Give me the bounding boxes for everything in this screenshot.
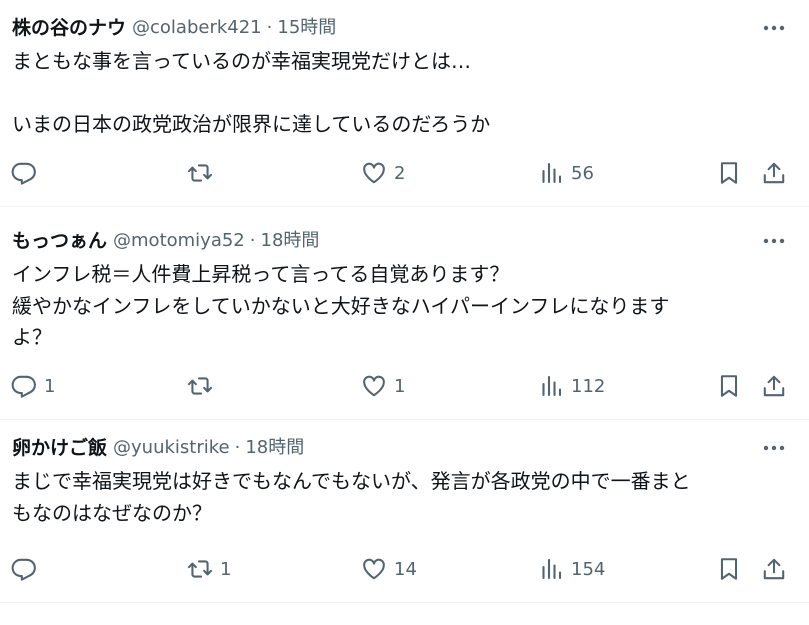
action-bar: 2 56 bbox=[0, 156, 809, 190]
like-icon bbox=[363, 375, 385, 397]
timestamp[interactable]: 15時間 bbox=[277, 16, 336, 40]
more-options-button[interactable] bbox=[761, 231, 787, 251]
reply-count: 1 bbox=[44, 375, 56, 397]
views-button[interactable]: 112 bbox=[540, 369, 605, 403]
share-button[interactable] bbox=[761, 369, 787, 403]
more-icon bbox=[763, 238, 785, 244]
timestamp[interactable]: 18時間 bbox=[261, 229, 320, 253]
like-icon bbox=[363, 162, 385, 184]
action-bar: 1 14 154 bbox=[0, 552, 809, 586]
like-count: 1 bbox=[394, 375, 406, 397]
repost-icon bbox=[187, 377, 213, 395]
like-button[interactable]: 2 bbox=[361, 156, 405, 190]
more-options-button[interactable] bbox=[761, 438, 787, 458]
display-name[interactable]: 株の谷のナウ bbox=[12, 16, 126, 40]
more-options-button[interactable] bbox=[761, 18, 787, 38]
tweet-text: インフレ税＝人件費上昇税って言ってる自覚あります？ 緩やかなインフレをしていかな… bbox=[12, 259, 769, 354]
tweet-header: 株の谷のナウ @colaberk421 · 15時間 bbox=[12, 16, 336, 40]
repost-count: 1 bbox=[220, 558, 232, 580]
separator-dot: · bbox=[249, 230, 256, 251]
views-count: 154 bbox=[571, 558, 606, 580]
tweet-text-line: まじで幸福実現党は好きでもなんでもないが、発言が各政党の中で一番まと bbox=[12, 469, 691, 493]
views-button[interactable]: 56 bbox=[540, 156, 594, 190]
reply-icon bbox=[11, 162, 36, 185]
like-button[interactable]: 1 bbox=[361, 369, 405, 403]
tweet[interactable]: 株の谷のナウ @colaberk421 · 15時間 まともな事を言っているのが… bbox=[0, 0, 809, 207]
tweet-text-line: まともな事を言っているのが幸福実現党だけとは… bbox=[12, 49, 471, 73]
like-icon bbox=[363, 558, 385, 580]
tweet-text-line: もなのはなぜなのか？ bbox=[12, 500, 212, 525]
user-handle[interactable]: @motomiya52 bbox=[113, 229, 245, 253]
repost-button[interactable] bbox=[187, 369, 220, 403]
share-button[interactable] bbox=[761, 552, 787, 586]
bookmark-button[interactable] bbox=[716, 552, 742, 586]
display-name[interactable]: もっつぁん bbox=[12, 229, 107, 253]
tweet-text-line: いまの日本の政党政治が限界に達しているのだろうか bbox=[12, 112, 491, 136]
action-bar: 1 1 112 bbox=[0, 369, 809, 403]
separator-dot: · bbox=[266, 17, 273, 38]
repost-icon bbox=[187, 164, 213, 182]
repost-button[interactable] bbox=[187, 156, 220, 190]
views-count: 56 bbox=[571, 162, 594, 184]
more-icon bbox=[763, 445, 785, 451]
repost-button[interactable]: 1 bbox=[187, 552, 231, 586]
tweet-text-line: よ？ bbox=[12, 325, 52, 349]
share-icon bbox=[763, 558, 785, 580]
views-icon bbox=[542, 162, 562, 184]
like-count: 2 bbox=[394, 162, 406, 184]
separator-dot: · bbox=[234, 437, 241, 458]
reply-feed: 株の谷のナウ @colaberk421 · 15時間 まともな事を言っているのが… bbox=[0, 0, 809, 603]
reply-button[interactable] bbox=[11, 552, 44, 586]
share-button[interactable] bbox=[761, 156, 787, 190]
reply-icon bbox=[11, 375, 36, 398]
bookmark-button[interactable] bbox=[716, 156, 742, 190]
user-handle[interactable]: @colaberk421 bbox=[132, 16, 262, 40]
bookmark-icon bbox=[720, 558, 738, 580]
tweet[interactable]: 卵かけご飯 @yuukistrike · 18時間 まじで幸福実現党は好きでもな… bbox=[0, 420, 809, 603]
repost-icon bbox=[187, 560, 213, 578]
tweet-header: 卵かけご飯 @yuukistrike · 18時間 bbox=[12, 436, 304, 460]
views-count: 112 bbox=[571, 375, 606, 397]
views-icon bbox=[542, 375, 562, 397]
views-icon bbox=[542, 558, 562, 580]
like-button[interactable]: 14 bbox=[361, 552, 417, 586]
views-button[interactable]: 154 bbox=[540, 552, 605, 586]
tweet-text: まともな事を言っているのが幸福実現党だけとは… いまの日本の政党政治が限界に達し… bbox=[12, 46, 769, 141]
reply-button[interactable] bbox=[11, 156, 44, 190]
tweet-text-line: インフレ税＝人件費上昇税って言ってる自覚あります？ bbox=[12, 262, 510, 286]
like-count: 14 bbox=[394, 558, 417, 580]
more-icon bbox=[763, 25, 785, 31]
reply-icon bbox=[11, 558, 36, 581]
tweet-text: まじで幸福実現党は好きでもなんでもないが、発言が各政党の中で一番まと もなのはな… bbox=[12, 466, 769, 529]
bookmark-button[interactable] bbox=[716, 369, 742, 403]
tweet-header: もっつぁん @motomiya52 · 18時間 bbox=[12, 229, 319, 253]
share-icon bbox=[763, 375, 785, 397]
display-name[interactable]: 卵かけご飯 bbox=[12, 436, 107, 460]
bookmark-icon bbox=[720, 375, 738, 397]
bookmark-icon bbox=[720, 162, 738, 184]
reply-button[interactable]: 1 bbox=[11, 369, 55, 403]
share-icon bbox=[763, 162, 785, 184]
user-handle[interactable]: @yuukistrike bbox=[113, 436, 230, 460]
tweet[interactable]: もっつぁん @motomiya52 · 18時間 インフレ税＝人件費上昇税って言… bbox=[0, 207, 809, 420]
timestamp[interactable]: 18時間 bbox=[245, 436, 304, 460]
tweet-text-line: 緩やかなインフレをしていかないと大好きなハイパーインフレになります bbox=[12, 293, 670, 318]
